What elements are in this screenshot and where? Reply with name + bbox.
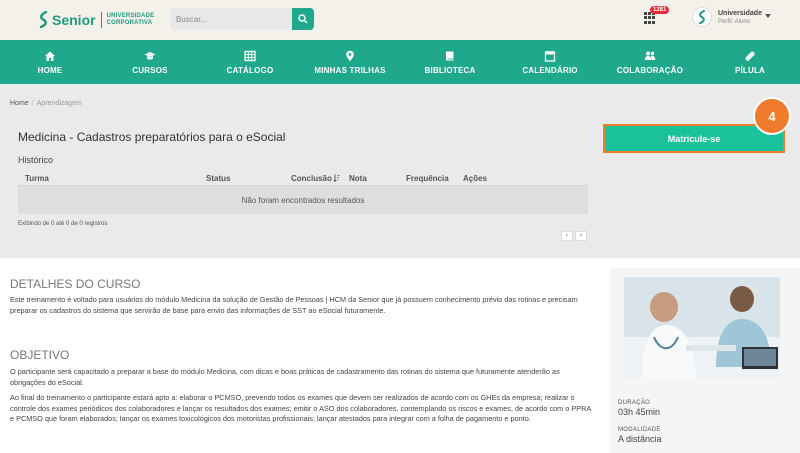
brand-divider: [100, 11, 102, 28]
users-icon: [644, 51, 656, 60]
pagination-next-button[interactable]: »: [575, 231, 587, 241]
nav-label-biblioteca: BIBLIOTECA: [424, 65, 476, 75]
nav-label-pilula: PÍLULA: [734, 65, 766, 75]
chevron-down-icon[interactable]: [765, 14, 771, 18]
senior-avatar-icon: [698, 10, 706, 24]
table-empty-row: Não foram encontrados resultados: [18, 186, 588, 214]
nav-item-pilula[interactable]: PÍLULA: [700, 40, 800, 84]
search-input[interactable]: [170, 8, 292, 30]
objective-text-1: O participante será capacitado a prepara…: [10, 367, 560, 387]
brand-logo[interactable]: Senior UNIVERSIDADE CORPORATIVA: [38, 11, 154, 28]
column-header-nota[interactable]: Nota: [349, 174, 367, 183]
page-title: Medicina - Cadastros preparatórios para …: [18, 130, 286, 144]
course-cover-image: [624, 277, 780, 378]
nav-label-colaboracao: COLABORAÇÃO: [616, 65, 684, 75]
modality-label: MODALIDADE: [618, 427, 661, 433]
search-icon: [298, 14, 308, 24]
table-header: Turma Status Conclusão Nota Frequência A…: [18, 170, 588, 186]
duration-label: DURAÇÃO: [618, 400, 651, 406]
breadcrumb-separator: /: [31, 100, 34, 107]
brand-subtitle-line-1: UNIVERSIDADE: [106, 12, 155, 19]
modality-value: A distância: [618, 434, 662, 444]
top-header: Senior UNIVERSIDADE CORPORATIVA 1281 Uni…: [0, 0, 800, 40]
catalog-grid-icon: [244, 50, 256, 61]
notification-badge[interactable]: 1281: [650, 6, 670, 14]
sort-icon: [333, 174, 340, 183]
nav-label-home: HOME: [37, 65, 63, 75]
nav-label-cursos: CURSOS: [132, 65, 168, 75]
details-text: Este treinamento é voltado para usuários…: [10, 295, 578, 315]
search-bar: [170, 8, 314, 30]
nav-item-home[interactable]: HOME: [0, 40, 100, 84]
senior-logo-icon: [39, 11, 48, 28]
nav-item-calendario[interactable]: CALENDÁRIO: [500, 40, 600, 84]
graduation-cap-icon: [144, 51, 156, 60]
records-info: Exibindo de 0 até 0 de 0 registros: [18, 221, 108, 227]
breadcrumb-home[interactable]: Home: [10, 100, 29, 107]
details-heading: DETALHES DO CURSO: [10, 277, 141, 291]
home-icon: [45, 51, 55, 61]
brand-subtitle: UNIVERSIDADE CORPORATIVA: [107, 13, 155, 27]
objective-text-2: Ao final do treinamento o participante e…: [10, 393, 591, 423]
brand-name: Senior: [52, 11, 96, 28]
duration-value: 03h 45min: [618, 407, 661, 417]
breadcrumb: Home / Aprendizagem: [10, 100, 82, 107]
book-icon: [446, 51, 454, 60]
user-name[interactable]: Universidade: [718, 10, 762, 17]
nav-item-colaboracao[interactable]: COLABORAÇÃO: [600, 40, 700, 84]
column-header-acoes: Ações: [463, 174, 488, 183]
nav-label-minhas-trilhas: MINHAS TRILHAS: [314, 65, 386, 75]
search-button[interactable]: [292, 8, 314, 30]
breadcrumb-current: Aprendizagem: [36, 100, 82, 107]
pagination-prev-button[interactable]: «: [561, 231, 573, 241]
pill-icon: [745, 51, 755, 61]
history-heading: Histórico: [18, 155, 54, 165]
nav-label-calendario: CALENDÁRIO: [522, 65, 578, 75]
nav-label-catalogo: CATÁLOGO: [226, 65, 274, 75]
user-role: Perfil: Aluno: [718, 19, 751, 25]
column-header-conclusao[interactable]: Conclusão: [291, 174, 340, 183]
nav-item-catalogo[interactable]: CATÁLOGO: [200, 40, 300, 84]
pagination: « »: [561, 231, 587, 241]
column-header-status[interactable]: Status: [206, 174, 230, 183]
nav-item-cursos[interactable]: CURSOS: [100, 40, 200, 84]
main-nav: HOME CURSOS CATÁLOGO MINHAS TRILHAS BIBL…: [0, 40, 800, 84]
history-table: Turma Status Conclusão Nota Frequência A…: [18, 170, 588, 214]
map-pin-icon: [346, 50, 354, 61]
calendar-icon: [544, 50, 556, 62]
objective-heading: OBJETIVO: [10, 348, 70, 362]
nav-item-minhas-trilhas[interactable]: MINHAS TRILHAS: [300, 40, 400, 84]
avatar[interactable]: [692, 7, 712, 27]
brand-subtitle-line-2: CORPORATIVA: [106, 19, 153, 26]
doctors-illustration-icon: [624, 277, 780, 378]
column-header-turma[interactable]: Turma: [25, 174, 49, 183]
column-header-conclusao-label: Conclusão: [291, 174, 332, 183]
nav-item-biblioteca[interactable]: BIBLIOTECA: [400, 40, 500, 84]
step-indicator-badge: 4: [753, 97, 791, 135]
column-header-frequencia[interactable]: Frequência: [406, 174, 449, 183]
